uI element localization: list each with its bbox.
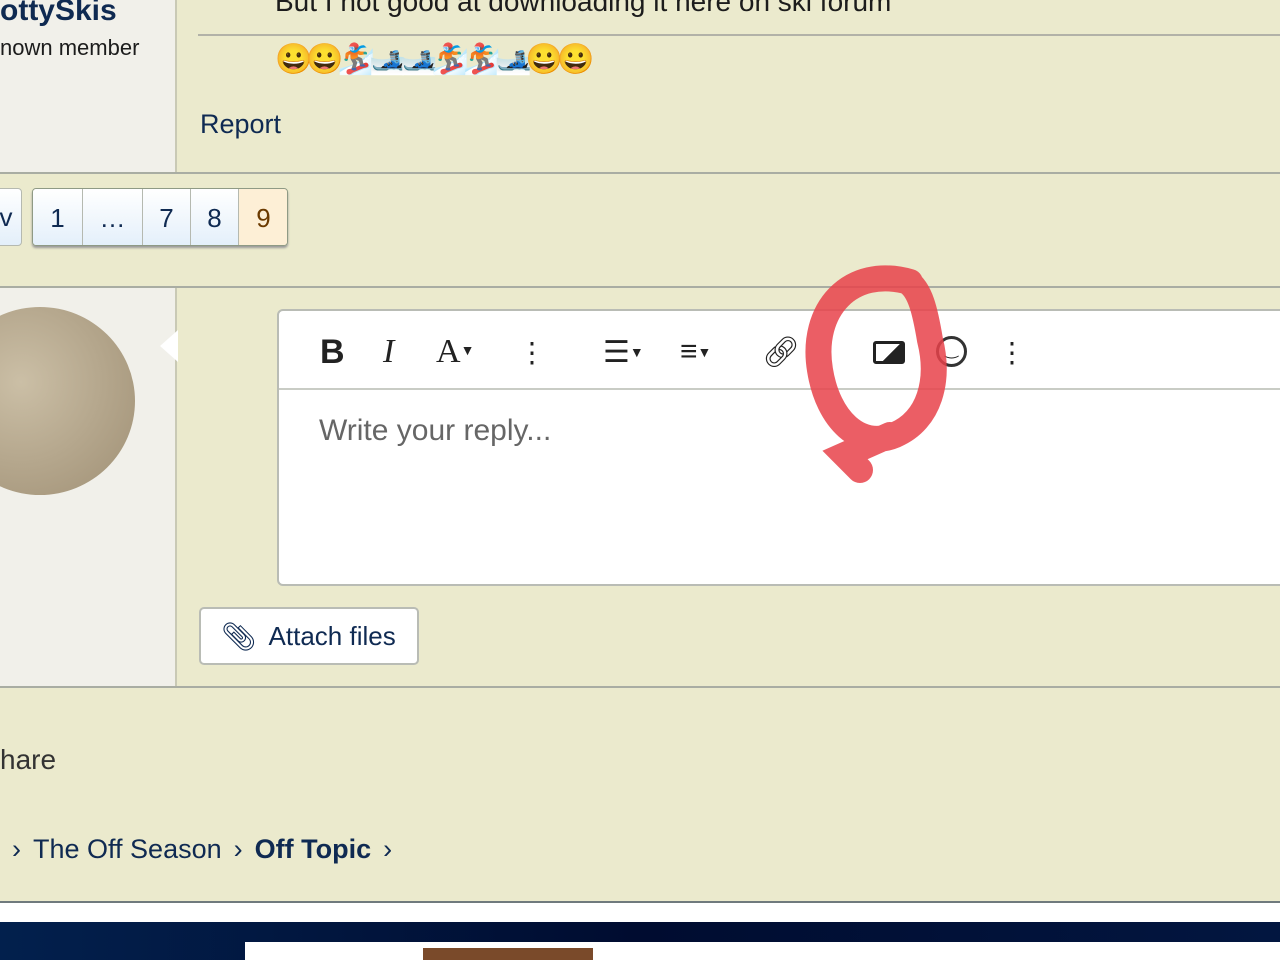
spacer [0,903,1280,923]
more-options-icon[interactable]: ⋮ [518,330,546,374]
align-icon[interactable]: ≡ ▼ [680,330,711,374]
reply-user-column [0,288,178,687]
breadcrumb: › The Off Season › Off Topic › [12,834,392,865]
chevron-right-icon: › [12,834,21,864]
footer-panel [245,942,1280,960]
page-1[interactable]: 1 [33,189,83,245]
signature-divider [198,34,1280,36]
thumbnail[interactable] [423,948,593,960]
signature-emojis: 😀😀🏂🎿🎿🏂🏂🎿😀😀 [275,43,595,76]
page-7[interactable]: 7 [143,189,191,245]
avatar[interactable] [0,307,135,495]
more-options-icon[interactable]: ⋮ [998,330,1026,374]
report-link[interactable]: Report [200,109,281,140]
chevron-right-icon: › [233,834,243,864]
divider [0,686,1280,688]
reply-input[interactable]: Write your reply... [319,414,551,448]
paperclip-icon: 📎︎ [221,620,257,652]
chevron-right-icon: › [383,834,393,864]
divider [0,172,1280,174]
post-user-column: ottySkis nown member [0,0,177,173]
toolbar-divider [279,388,1280,390]
share-label: hare [0,744,57,775]
page-8[interactable]: 8 [191,189,239,245]
list-icon[interactable]: ☰ ▼ [603,330,644,374]
pagination: v 1 … 7 8 9 [0,188,288,246]
divider [0,286,1280,288]
user-title: nown member [0,35,140,60]
attach-files-button[interactable]: 📎︎ Attach files [199,607,419,665]
page-9-current[interactable]: 9 [239,189,287,245]
prev-page-button[interactable]: v [0,188,22,246]
italic-icon[interactable]: I [383,330,394,374]
pointer-arrow [160,330,178,362]
page-ellipsis[interactable]: … [83,189,143,245]
red-annotation-circle [805,265,947,483]
bold-icon[interactable]: B [320,330,345,374]
username-link[interactable]: ottySkis [0,0,117,28]
breadcrumb-item-current[interactable]: Off Topic [255,834,371,865]
footer-bar [0,922,1280,960]
breadcrumb-item[interactable]: The Off Season [33,834,222,865]
post-text: But I not good at downloading it here on… [275,0,892,17]
font-size-icon[interactable]: A ▼ [436,330,474,374]
attach-files-label: Attach files [268,620,396,651]
